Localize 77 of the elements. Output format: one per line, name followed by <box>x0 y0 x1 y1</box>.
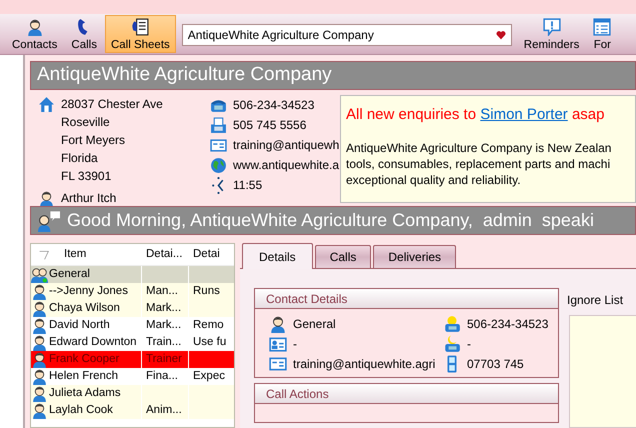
contact-info: training@antiquewh <box>233 137 340 154</box>
moon-telephone-icon <box>443 335 461 353</box>
person-icon <box>31 317 48 334</box>
heart-icon <box>496 30 506 40</box>
detail-value: - <box>293 336 297 353</box>
contact-name: Arthur Itch <box>61 190 116 207</box>
person-icon <box>31 300 48 317</box>
person-icon <box>31 334 48 351</box>
list-cell: Chaya Wilson <box>31 300 141 317</box>
tab[interactable]: Deliveries <box>373 245 456 268</box>
person-speech-icon <box>37 210 61 232</box>
toolbar-button[interactable]: For <box>587 15 618 53</box>
person-icon <box>26 18 44 36</box>
speech-alert-icon <box>542 18 561 36</box>
contact-link[interactable]: Simon Porter <box>480 106 568 123</box>
list-cell: Laylah Cook <box>31 402 141 419</box>
address-line: FL 33901 <box>61 168 112 185</box>
phone-document-icon <box>131 18 150 36</box>
contact-info: 506-234-34523 <box>233 97 314 114</box>
list-cell: Anim... <box>142 402 188 419</box>
person-icon <box>31 402 48 419</box>
detail-value: training@antiquewhite.agri <box>293 356 436 373</box>
toolbar-button[interactable]: Call Sheets <box>104 15 176 53</box>
toolbar-button[interactable]: Contacts <box>6 15 64 53</box>
list-cell: -->Jenny Jones <box>31 283 141 300</box>
detail-value: - <box>467 336 471 353</box>
address-line: Florida <box>61 150 98 167</box>
fax-icon <box>210 116 227 134</box>
column-header[interactable]: Detai <box>193 246 220 264</box>
panel-title: Call Actions <box>255 384 558 404</box>
person-icon <box>31 368 48 385</box>
panel-title: Contact Details <box>255 289 558 309</box>
description-text: tools, consumables, replacement parts and machi <box>346 156 612 172</box>
notice-text: All new enquiries to Simon Porter asap <box>346 105 606 125</box>
globe-icon <box>210 156 227 174</box>
company-header: AntiqueWhite Agriculture Company <box>30 61 636 90</box>
sun-telephone-icon <box>443 315 461 333</box>
description-text: AntiqueWhite Agriculture Company is New Zealan <box>346 140 612 156</box>
person-icon <box>38 190 55 206</box>
list-cell: Julieta Adams <box>31 385 141 402</box>
person-icon <box>269 315 287 333</box>
contact-info: 11:55 <box>233 177 262 194</box>
list-cell: Runs <box>189 283 234 300</box>
list-cell: Trainer <box>142 351 188 368</box>
detail-value: 07703 745 <box>467 356 524 373</box>
tab[interactable]: Details <box>242 243 313 269</box>
form-icon <box>593 18 612 36</box>
list-cell: General <box>31 266 141 283</box>
tab[interactable]: Calls <box>314 245 372 268</box>
contact-info: 505 745 5556 <box>233 117 306 134</box>
group-icon <box>31 266 48 283</box>
detail-value: General <box>293 316 336 333</box>
list-cell: Man... <box>142 283 188 300</box>
toolbar-button[interactable]: Calls <box>65 15 103 53</box>
email-icon <box>210 136 227 154</box>
id-card-icon <box>269 335 287 353</box>
address-line: 28037 Chester Ave <box>61 96 163 113</box>
toolbar-button[interactable]: Reminders <box>518 15 586 53</box>
contact-info: www.antiquewhite.a <box>233 157 340 174</box>
email-icon <box>269 355 287 373</box>
ignore-list-box[interactable] <box>569 315 636 428</box>
person-icon <box>31 283 48 300</box>
greeting-text: Good Morning, AntiqueWhite Agriculture Company, admin speaki <box>67 209 594 232</box>
ignore-list-label: Ignore List <box>567 292 624 309</box>
sort-icon <box>39 250 49 260</box>
column-header[interactable]: Detai... <box>146 246 182 264</box>
address-line: Roseville <box>61 114 110 131</box>
list-cell: Frank Cooper <box>31 351 141 368</box>
detail-value: 506-234-34523 <box>467 316 548 333</box>
address-line: Fort Meyers <box>61 132 126 149</box>
description-text: exceptional quality and reliability. <box>346 172 522 188</box>
person-icon <box>31 385 48 402</box>
list-cell: Mark... <box>142 300 188 317</box>
person-icon <box>31 351 48 368</box>
house-icon <box>38 96 55 112</box>
column-header[interactable]: Item <box>64 246 86 264</box>
company-combo-field[interactable]: AntiqueWhite Agriculture Company <box>182 24 512 46</box>
